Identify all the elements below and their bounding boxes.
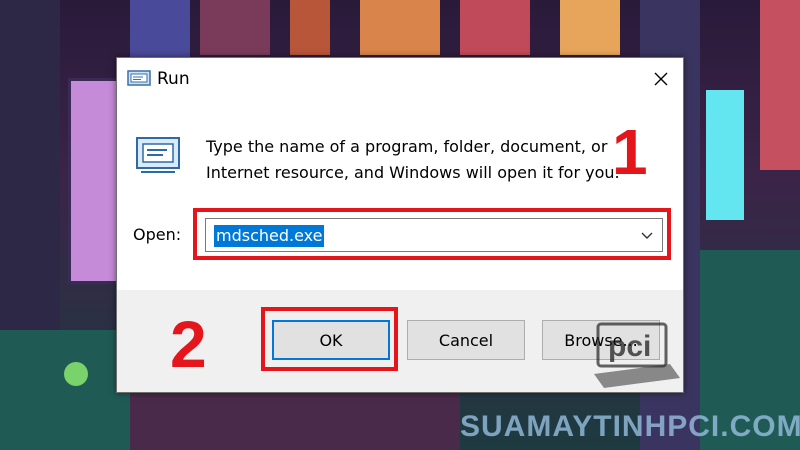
highlight-box-ok-button: [261, 307, 398, 371]
wallpaper-building: [130, 390, 460, 450]
wallpaper-building: [360, 0, 440, 55]
dialog-title: Run: [157, 69, 190, 89]
wallpaper-building: [0, 330, 130, 450]
watermark-text: SUAMAYTINHPCI.COM: [460, 410, 800, 443]
dialog-body: Type the name of a program, folder, docu…: [117, 100, 683, 290]
step-marker-2: 2: [170, 307, 207, 381]
prompt-text: Type the name of a program, folder, docu…: [206, 134, 636, 186]
wallpaper-building: [130, 0, 190, 60]
wallpaper-building: [460, 0, 530, 55]
prompt-line-2: Internet resource, and Windows will open…: [206, 163, 620, 182]
open-label: Open:: [133, 225, 182, 244]
close-icon: [654, 72, 668, 86]
run-app-icon: [127, 70, 151, 86]
wallpaper-building: [200, 0, 270, 55]
prompt-line-1: Type the name of a program, folder, docu…: [206, 137, 608, 156]
watermark-logo-text: pci: [608, 330, 651, 363]
watermark-logo: pci: [594, 322, 680, 388]
wallpaper-building: [64, 362, 88, 386]
cancel-button[interactable]: Cancel: [407, 320, 525, 360]
wallpaper-building: [706, 90, 744, 220]
wallpaper-building: [290, 0, 330, 55]
highlight-box-open-field: [193, 208, 671, 260]
wallpaper-building: [68, 78, 119, 284]
title-bar: Run: [117, 58, 683, 100]
run-app-icon: [136, 137, 180, 173]
step-marker-1: 1: [612, 116, 648, 188]
close-button[interactable]: [639, 58, 683, 100]
wallpaper-building: [760, 0, 800, 170]
wallpaper-building: [560, 0, 620, 55]
